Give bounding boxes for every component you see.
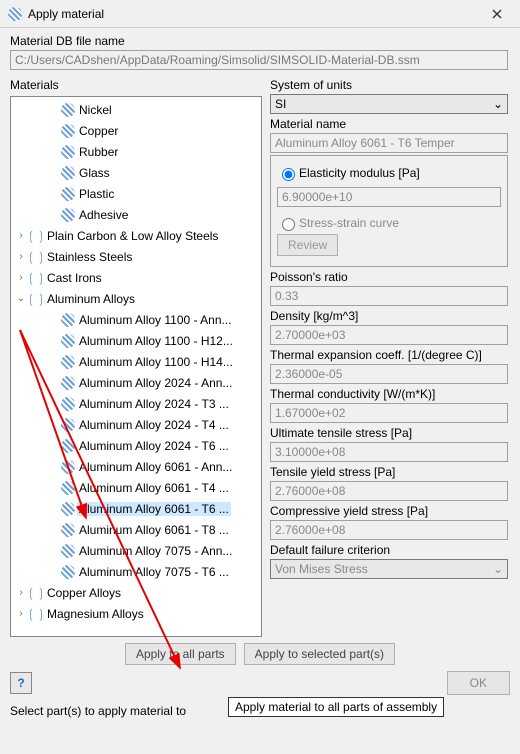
tree-item[interactable]: Aluminum Alloy 7075 - Ann... <box>11 540 261 561</box>
tooltip: Apply material to all parts of assembly <box>228 697 444 717</box>
tree-item[interactable]: Adhesive <box>11 204 261 225</box>
material-icon <box>61 166 75 180</box>
category-icon: ❲❳ <box>26 229 46 243</box>
material-icon <box>61 187 75 201</box>
tree-item[interactable]: Aluminum Alloy 2024 - Ann... <box>11 372 261 393</box>
material-icon <box>61 502 75 516</box>
help-button[interactable]: ? <box>10 672 32 694</box>
materials-tree[interactable]: NickelCopperRubberGlassPlasticAdhesive›❲… <box>10 96 262 637</box>
material-icon <box>61 145 75 159</box>
material-icon <box>61 313 75 327</box>
apply-all-button[interactable]: Apply to all parts <box>125 643 236 665</box>
material-icon <box>61 397 75 411</box>
thermcond-label: Thermal conductivity [W/(m*K)] <box>270 387 508 401</box>
material-icon <box>61 418 75 432</box>
tree-item[interactable]: ›❲❳Magnesium Alloys <box>11 603 261 624</box>
tree-item[interactable]: ⌄❲❳Aluminum Alloys <box>11 288 261 309</box>
material-icon <box>61 439 75 453</box>
tree-item[interactable]: Aluminum Alloy 1100 - Ann... <box>11 309 261 330</box>
elasticity-modulus-radio[interactable] <box>282 168 295 181</box>
tys-input <box>270 481 508 501</box>
cys-input <box>270 520 508 540</box>
tree-item[interactable]: Aluminum Alloy 7075 - T6 ... <box>11 561 261 582</box>
category-icon: ❲❳ <box>26 586 46 600</box>
category-icon: ❲❳ <box>26 607 46 621</box>
density-label: Density [kg/m^3] <box>270 309 508 323</box>
elasticity-modulus-label: Elasticity modulus [Pa] <box>299 166 420 180</box>
ok-button[interactable]: OK <box>447 671 510 695</box>
tree-item[interactable]: Rubber <box>11 141 261 162</box>
failure-label: Default failure criterion <box>270 543 508 557</box>
tree-item[interactable]: Aluminum Alloy 2024 - T3 ... <box>11 393 261 414</box>
tree-item[interactable]: Aluminum Alloy 2024 - T6 ... <box>11 435 261 456</box>
category-icon: ❲❳ <box>26 292 46 306</box>
units-value: SI <box>275 97 286 111</box>
tree-item[interactable]: Aluminum Alloy 6061 - T6 ... <box>11 498 261 519</box>
close-button[interactable] <box>482 4 512 24</box>
tree-item[interactable]: Aluminum Alloy 1100 - H12... <box>11 330 261 351</box>
thermexp-input <box>270 364 508 384</box>
thermexp-label: Thermal expansion coeff. [1/(degree C)] <box>270 348 508 362</box>
material-icon <box>61 124 75 138</box>
poisson-label: Poisson's ratio <box>270 270 508 284</box>
material-icon <box>61 208 75 222</box>
db-path-input <box>10 50 508 70</box>
material-icon <box>61 460 75 474</box>
material-name-label: Material name <box>270 117 508 131</box>
tree-item[interactable]: Aluminum Alloy 1100 - H14... <box>11 351 261 372</box>
material-icon <box>61 334 75 348</box>
material-icon <box>61 481 75 495</box>
uts-input <box>270 442 508 462</box>
tree-item[interactable]: Aluminum Alloy 2024 - T4 ... <box>11 414 261 435</box>
window-title: Apply material <box>28 7 482 21</box>
units-select[interactable]: SI ⌄ <box>270 94 508 114</box>
tree-item[interactable]: ›❲❳Copper Alloys <box>11 582 261 603</box>
material-icon <box>61 544 75 558</box>
elasticity-group: Elasticity modulus [Pa] Stress-strain cu… <box>270 155 508 267</box>
tree-item[interactable]: Copper <box>11 120 261 141</box>
elasticity-modulus-input <box>277 187 501 207</box>
category-icon: ❲❳ <box>26 250 46 264</box>
tree-item[interactable]: ›❲❳Stainless Steels <box>11 246 261 267</box>
failure-select[interactable]: Von Mises Stress ⌄ <box>270 559 508 579</box>
tree-item[interactable]: ›❲❳Plain Carbon & Low Alloy Steels <box>11 225 261 246</box>
poisson-input <box>270 286 508 306</box>
titlebar: Apply material <box>0 0 520 28</box>
materials-label: Materials <box>10 78 262 92</box>
tree-item[interactable]: Aluminum Alloy 6061 - T8 ... <box>11 519 261 540</box>
chevron-down-icon: ⌄ <box>493 562 503 576</box>
review-button[interactable]: Review <box>277 234 338 256</box>
tree-item[interactable]: Glass <box>11 162 261 183</box>
material-name-input <box>270 133 508 153</box>
app-icon <box>8 7 22 21</box>
uts-label: Ultimate tensile stress [Pa] <box>270 426 508 440</box>
density-input <box>270 325 508 345</box>
stress-curve-label: Stress-strain curve <box>299 216 399 230</box>
tys-label: Tensile yield stress [Pa] <box>270 465 508 479</box>
material-icon <box>61 523 75 537</box>
stress-curve-radio[interactable] <box>282 218 295 231</box>
tree-item[interactable]: Aluminum Alloy 6061 - T4 ... <box>11 477 261 498</box>
tree-item[interactable]: Plastic <box>11 183 261 204</box>
close-icon <box>492 9 502 19</box>
apply-selected-button[interactable]: Apply to selected part(s) <box>244 643 395 665</box>
units-label: System of units <box>270 78 508 92</box>
thermcond-input <box>270 403 508 423</box>
category-icon: ❲❳ <box>26 271 46 285</box>
material-icon <box>61 565 75 579</box>
failure-value: Von Mises Stress <box>275 562 368 576</box>
material-icon <box>61 355 75 369</box>
db-path-label: Material DB file name <box>10 34 510 48</box>
tree-item[interactable]: ›❲❳Cast Irons <box>11 267 261 288</box>
chevron-down-icon: ⌄ <box>493 97 503 111</box>
material-icon <box>61 103 75 117</box>
tree-item[interactable]: Aluminum Alloy 6061 - Ann... <box>11 456 261 477</box>
material-icon <box>61 376 75 390</box>
tree-item[interactable]: Nickel <box>11 99 261 120</box>
cys-label: Compressive yield stress [Pa] <box>270 504 508 518</box>
